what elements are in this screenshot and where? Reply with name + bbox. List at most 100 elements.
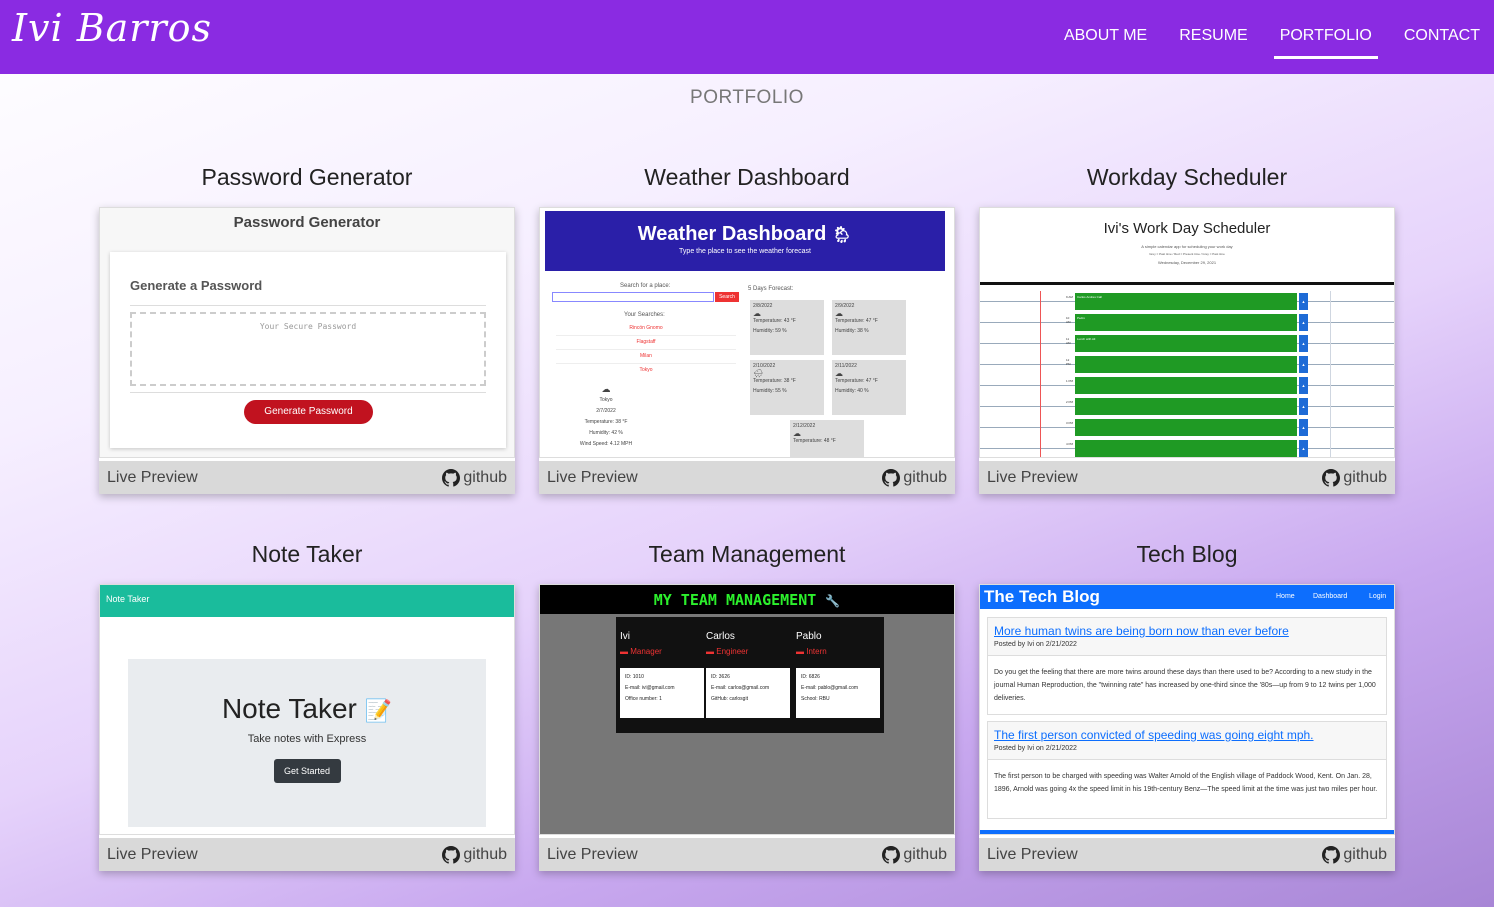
github-link[interactable]: github <box>882 845 947 864</box>
member-details: ID: 3626 E-mail: carlos@gmail.com GitHub… <box>706 668 790 718</box>
forecast-label: 5 Days Forecast: <box>748 286 794 292</box>
nav-portfolio[interactable]: PORTFOLIO <box>1273 27 1379 59</box>
current-weather: ☁ Tokyo 2/7/2022 Temperature: 38 °F Humi… <box>556 384 656 450</box>
github-icon <box>442 468 461 487</box>
forecast-temp: Temperature: 38 °F <box>753 378 796 384</box>
blog-post-meta: Posted by Ivi on 2/21/2022 <box>994 641 1077 648</box>
team-header: MY TEAM MANAGEMENT 🔧 <box>540 585 954 614</box>
live-preview-link[interactable]: Live Preview <box>987 846 1078 864</box>
pw-generate-button[interactable]: Generate Password <box>244 400 373 424</box>
search-history: Rincón Gnomo Flagstaff Milan Tokyo <box>556 322 736 377</box>
event-textarea[interactable]: Carlos Andres Call <box>1075 293 1297 310</box>
pw-output[interactable]: Your Secure Password <box>130 312 486 386</box>
forecast-day: 2/10/2022 🌧 Temperature: 38 °F Humidity: 5… <box>750 360 824 415</box>
event-textarea[interactable] <box>1075 398 1297 415</box>
cloud-icon: ☁ <box>835 369 843 378</box>
nav-resume[interactable]: RESUME <box>1179 27 1247 47</box>
card-footer: Live Preview github <box>979 838 1395 871</box>
card-footer: Live Preview github <box>99 461 515 494</box>
event-textarea[interactable]: Pedro <box>1075 314 1297 331</box>
save-button[interactable]: ▲ <box>1299 314 1308 331</box>
save-button[interactable]: ▲ <box>1299 377 1308 394</box>
hour-label: 1 PM <box>1066 379 1074 383</box>
event-textarea[interactable] <box>1075 419 1297 436</box>
search-history-item[interactable]: Rincón Gnomo <box>556 322 736 336</box>
live-preview-link[interactable]: Live Preview <box>547 846 638 864</box>
github-label: github <box>1343 468 1387 486</box>
card-footer: Live Preview github <box>99 838 515 871</box>
member-name: Carlos <box>706 631 735 642</box>
project-title-tech-blog: Tech Blog <box>1136 541 1238 567</box>
github-icon <box>882 468 901 487</box>
member-email[interactable]: E-mail: ivi@gmail.com <box>625 683 699 694</box>
save-button[interactable]: ▲ <box>1299 398 1308 415</box>
project-title-workday-scheduler: Workday Scheduler <box>1086 164 1288 190</box>
save-button[interactable]: ▲ <box>1299 440 1308 457</box>
save-button[interactable]: ▲ <box>1299 335 1308 352</box>
github-label: github <box>903 468 947 486</box>
blog-nav-home[interactable]: Home <box>1276 593 1295 600</box>
github-link[interactable]: github <box>1322 468 1387 487</box>
schedule-row: 3 PM ▲ <box>980 417 1394 438</box>
github-link[interactable]: github <box>1322 845 1387 864</box>
nav-links: ABOUT ME RESUME PORTFOLIO CONTACT <box>1064 0 1480 74</box>
github-link[interactable]: github <box>442 845 507 864</box>
save-button[interactable]: ▲ <box>1299 293 1308 310</box>
member-details: ID: 6826 E-mail: pablo@gmail.com School:… <box>796 668 880 718</box>
github-icon <box>1322 468 1341 487</box>
weather-search-button[interactable]: Search <box>715 292 739 302</box>
forecast-day: 2/9/2022 ☁ Temperature: 47 °F Humidity: 38… <box>832 300 906 355</box>
project-title-note-taker: Note Taker <box>251 541 363 567</box>
member-extra: School: RBU <box>801 696 830 702</box>
project-screenshot[interactable]: The Tech Blog Home Dashboard Login More … <box>979 584 1395 835</box>
save-button[interactable]: ▲ <box>1299 419 1308 436</box>
live-preview-link[interactable]: Live Preview <box>987 469 1078 487</box>
member-email[interactable]: E-mail: carlos@gmail.com <box>711 683 785 694</box>
blog-nav-dashboard[interactable]: Dashboard <box>1313 593 1347 600</box>
project-title-weather-dashboard: Weather Dashboard <box>644 164 850 190</box>
search-history-item[interactable]: Flagstaff <box>556 336 736 350</box>
rain-icon: 🌧 <box>753 369 764 378</box>
cloud-rain-icon: 🌦 <box>831 227 853 244</box>
member-extra[interactable]: GitHub: carlosgit <box>711 694 785 705</box>
search-history-item[interactable]: Tokyo <box>556 364 736 377</box>
search-history-item[interactable]: Milan <box>556 350 736 364</box>
project-screenshot[interactable]: Password Generator Generate a Password Y… <box>99 207 515 458</box>
blog-post-meta: Posted by Ivi on 2/21/2022 <box>994 745 1077 752</box>
event-textarea[interactable] <box>1075 440 1297 457</box>
member-role: ▬ Manager <box>620 647 662 656</box>
project-screenshot[interactable]: MY TEAM MANAGEMENT 🔧 Ivi ▬ Manager ID: 1… <box>539 584 955 835</box>
event-textarea[interactable] <box>1075 356 1297 373</box>
event-textarea[interactable] <box>1075 377 1297 394</box>
schedule-row: 10 AM Pedro ▲ <box>980 312 1394 333</box>
live-preview-link[interactable]: Live Preview <box>107 469 198 487</box>
weather-search-input[interactable] <box>552 292 714 302</box>
project-screenshot[interactable]: Weather Dashboard 🌦 Type the place to se… <box>539 207 955 458</box>
save-button[interactable]: ▲ <box>1299 356 1308 373</box>
project-screenshot[interactable]: Ivi's Work Day Scheduler A simple calend… <box>979 207 1395 458</box>
forecast-humidity: Humidity: 40 % <box>835 388 869 394</box>
project-screenshot[interactable]: Note Taker Note Taker 📝 Take notes with … <box>99 584 515 835</box>
member-id: ID: 3626 <box>711 674 730 680</box>
blog-nav-login[interactable]: Login <box>1369 593 1386 600</box>
member-email[interactable]: E-mail: pablo@gmail.com <box>801 683 875 694</box>
github-link[interactable]: github <box>882 468 947 487</box>
blog-post-title[interactable]: The first person convicted of speeding w… <box>994 728 1380 742</box>
live-preview-link[interactable]: Live Preview <box>107 846 198 864</box>
blog-navbar: The Tech Blog Home Dashboard Login <box>980 585 1394 609</box>
schedule-row: 12 PM ▲ <box>980 354 1394 375</box>
project-card-workday-scheduler: Ivi's Work Day Scheduler A simple calend… <box>979 207 1395 494</box>
hour-label: 9 AM <box>1066 295 1073 299</box>
member-card: Pablo ▬ Intern ID: 6826 E-mail: pablo@gm… <box>796 631 880 718</box>
current-wind: Wind Speed: 4.12 MPH <box>579 441 633 447</box>
get-started-button[interactable]: Get Started <box>273 759 341 783</box>
blog-post: The first person convicted of speeding w… <box>987 721 1387 819</box>
event-textarea[interactable]: Lunch with Ali <box>1075 335 1297 352</box>
blog-post-title[interactable]: More human twins are being born now than… <box>994 624 1380 638</box>
github-link[interactable]: github <box>442 468 507 487</box>
blog-title[interactable]: The Tech Blog <box>984 587 1100 607</box>
live-preview-link[interactable]: Live Preview <box>547 469 638 487</box>
nav-about[interactable]: ABOUT ME <box>1064 27 1147 47</box>
nav-contact[interactable]: CONTACT <box>1404 27 1480 47</box>
brand-logo[interactable]: Ivi Barros <box>12 6 212 50</box>
